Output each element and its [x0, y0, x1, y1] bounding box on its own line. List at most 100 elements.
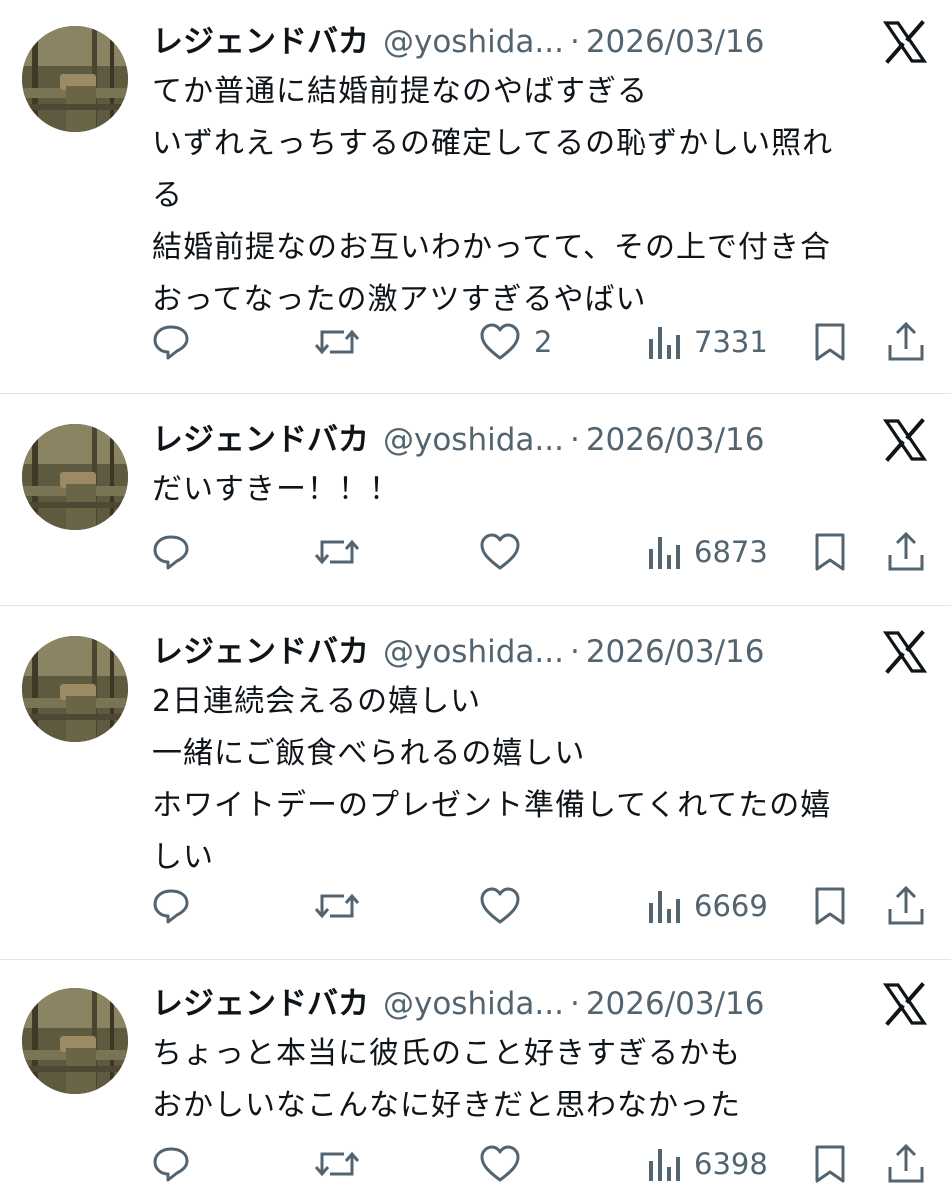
display-name[interactable]: レジェンドバカ	[152, 422, 369, 458]
tweet-text: てか普通に結婚前提なのやばすぎる いずれえっちするの確定してるの恥ずかしい照れ …	[152, 66, 912, 326]
like-button[interactable]	[478, 528, 534, 576]
bookmark-button[interactable]	[812, 318, 848, 366]
view-count: 7331	[694, 325, 768, 359]
reply-icon	[153, 535, 189, 570]
views-chart-icon	[649, 327, 680, 359]
tweet-text-line: 結婚前提なのお互いわかってて、その上で付き合	[152, 230, 831, 265]
view-count: 6873	[694, 535, 768, 569]
tweet-text: ちょっと本当に彼氏のこと好きすぎるかも おかしいなこんなに好きだと思わなかった	[152, 1028, 912, 1132]
tweet-2[interactable]: レジェンドバカ @yoshida... · 2026/03/16 だいすきー！！！	[0, 394, 951, 604]
tweet-header: レジェンドバカ @yoshida... · 2026/03/16	[152, 982, 765, 1026]
tweet-header: レジェンドバカ @yoshida... · 2026/03/16	[152, 418, 765, 462]
post-date[interactable]: 2026/03/16	[586, 422, 765, 458]
share-button[interactable]	[886, 318, 926, 366]
views-button[interactable]: 6873	[646, 528, 768, 576]
user-handle[interactable]: @yoshida...	[383, 422, 564, 458]
tweet-text-line: 一緒にご飯食べられるの嬉しい	[152, 736, 586, 771]
separator-dot: ·	[569, 24, 580, 60]
reply-icon	[153, 325, 189, 360]
heart-icon	[480, 1145, 520, 1182]
avatar[interactable]	[22, 424, 128, 530]
repost-icon	[314, 893, 360, 919]
tweet-header: レジェンドバカ @yoshida... · 2026/03/16	[152, 630, 765, 674]
view-count: 6669	[694, 889, 768, 923]
views-button[interactable]: 7331	[646, 318, 768, 366]
like-button[interactable]: 2	[478, 318, 552, 366]
bookmark-icon	[815, 323, 845, 361]
views-chart-icon	[649, 891, 680, 923]
heart-icon	[480, 533, 520, 570]
share-button[interactable]	[886, 1140, 926, 1188]
avatar[interactable]	[22, 636, 128, 742]
views-button[interactable]: 6669	[646, 882, 768, 930]
bookmark-button[interactable]	[812, 528, 848, 576]
display-name[interactable]: レジェンドバカ	[152, 986, 369, 1022]
avatar[interactable]	[22, 988, 128, 1094]
bookmark-button[interactable]	[812, 1140, 848, 1188]
heart-icon	[480, 323, 520, 360]
repost-button[interactable]	[314, 882, 360, 930]
share-icon	[888, 321, 924, 361]
tweet-actions: 6873	[0, 528, 951, 576]
post-date[interactable]: 2026/03/16	[586, 986, 765, 1022]
tweet-3[interactable]: レジェンドバカ @yoshida... · 2026/03/16 2日連続会えるの嬉し…	[0, 606, 951, 958]
tweet-text-line: いずれえっちするの確定してるの恥ずかしい照れ	[152, 126, 834, 161]
reply-button[interactable]	[150, 318, 192, 366]
tweet-feed: レジェンドバカ @yoshida... · 2026/03/16 てか普通に結婚前提な…	[0, 0, 951, 1199]
tweet-header: レジェンドバカ @yoshida... · 2026/03/16	[152, 20, 765, 64]
display-name[interactable]: レジェンドバカ	[152, 634, 369, 670]
tweet-actions: 6669	[0, 882, 951, 930]
like-button[interactable]	[478, 1140, 534, 1188]
share-icon	[888, 1143, 924, 1183]
like-count: 2	[534, 325, 553, 359]
bookmark-icon	[815, 887, 845, 925]
post-date[interactable]: 2026/03/16	[586, 24, 765, 60]
tweet-text-line: る	[152, 178, 183, 213]
views-button[interactable]: 6398	[646, 1140, 768, 1188]
tweet-text-line: しい	[152, 840, 214, 875]
share-icon	[888, 885, 924, 925]
reply-button[interactable]	[150, 1140, 192, 1188]
tweet-text-line: 2日連続会えるの嬉しい	[152, 684, 482, 719]
tweet-text: だいすきー！！！	[152, 464, 912, 516]
views-chart-icon	[649, 537, 680, 569]
tweet-text-line: ちょっと本当に彼氏のこと好きすぎるかも	[152, 1036, 741, 1071]
share-button[interactable]	[886, 528, 926, 576]
bookmark-icon	[815, 1145, 845, 1183]
repost-button[interactable]	[314, 318, 360, 366]
repost-button[interactable]	[314, 1140, 360, 1188]
user-handle[interactable]: @yoshida...	[383, 24, 564, 60]
bookmark-icon	[815, 533, 845, 571]
x-logo-icon	[882, 20, 928, 64]
repost-icon	[314, 1151, 360, 1177]
reply-button[interactable]	[150, 882, 192, 930]
user-handle[interactable]: @yoshida...	[383, 986, 564, 1022]
x-logo-icon	[882, 982, 928, 1026]
reply-icon	[153, 1147, 189, 1182]
tweet-text-line: だいすきー！！！	[152, 472, 400, 507]
bookmark-button[interactable]	[812, 882, 848, 930]
views-chart-icon	[649, 1149, 680, 1181]
tweet-text-line: おかしいなこんなに好きだと思わなかった	[152, 1088, 741, 1123]
user-handle[interactable]: @yoshida...	[383, 634, 564, 670]
tweet-4[interactable]: レジェンドバカ @yoshida... · 2026/03/16 ちょっと本当に彼氏の…	[0, 960, 951, 1199]
separator-dot: ·	[569, 422, 580, 458]
share-icon	[888, 531, 924, 571]
view-count: 6398	[694, 1147, 768, 1181]
x-logo-icon	[882, 418, 928, 462]
tweet-1[interactable]: レジェンドバカ @yoshida... · 2026/03/16 てか普通に結婚前提な…	[0, 0, 951, 392]
reply-icon	[153, 889, 189, 924]
like-button[interactable]	[478, 882, 534, 930]
repost-button[interactable]	[314, 528, 360, 576]
repost-icon	[314, 539, 360, 565]
share-button[interactable]	[886, 882, 926, 930]
post-date[interactable]: 2026/03/16	[586, 634, 765, 670]
tweet-text: 2日連続会えるの嬉しい 一緒にご飯食べられるの嬉しい ホワイトデーのプレゼント準…	[152, 676, 912, 884]
separator-dot: ·	[569, 634, 580, 670]
avatar[interactable]	[22, 26, 128, 132]
display-name[interactable]: レジェンドバカ	[152, 24, 369, 60]
tweet-actions: 2 7331	[0, 318, 951, 366]
reply-button[interactable]	[150, 528, 192, 576]
tweet-text-line: てか普通に結婚前提なのやばすぎる	[152, 74, 648, 109]
tweet-text-line: ホワイトデーのプレゼント準備してくれてたの嬉	[152, 788, 832, 823]
